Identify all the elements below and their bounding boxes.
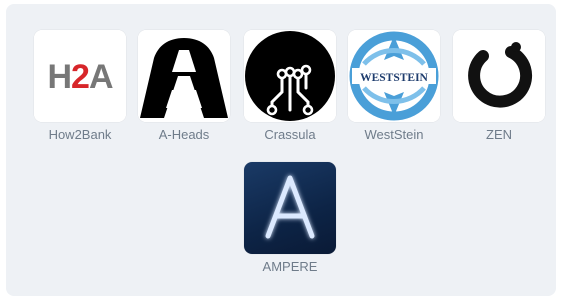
app-tile-crassula[interactable] — [244, 30, 336, 122]
crassula-circuit-icon — [244, 30, 336, 122]
app-label-crassula: Crassula — [264, 127, 316, 142]
app-tile-zen[interactable] — [453, 30, 545, 122]
svg-text:H2A: H2A — [47, 58, 112, 96]
app-label-zen: ZEN — [486, 127, 512, 142]
ampere-glow-icon — [265, 175, 315, 239]
app-tile-ampere[interactable] — [244, 162, 336, 254]
app-label-a-heads: A-Heads — [158, 127, 210, 142]
h2a-logo-2: 2 — [71, 58, 89, 96]
h2a-logo-h: H — [47, 58, 71, 96]
app-label-ampere: AMPERE — [262, 259, 318, 274]
h2a-logo-a: A — [89, 58, 113, 96]
h2a-logo-icon: H2A — [34, 30, 126, 122]
zen-ring-icon — [453, 30, 545, 122]
app-tile-weststein[interactable]: WESTSTEIN — [348, 30, 440, 122]
app-label-how2bank: How2Bank — [48, 127, 112, 142]
app-tile-how2bank[interactable]: H2A — [34, 30, 126, 122]
weststein-globe-icon: WESTSTEIN — [348, 30, 440, 122]
a-heads-helmet-icon — [138, 30, 230, 122]
weststein-logo-text: WESTSTEIN — [360, 72, 428, 84]
app-grid-panel: H2A How2Bank A-Heads Crassula WESTSTEIN … — [6, 4, 556, 296]
app-label-weststein: WestStein — [364, 127, 424, 142]
app-tile-a-heads[interactable] — [138, 30, 230, 122]
